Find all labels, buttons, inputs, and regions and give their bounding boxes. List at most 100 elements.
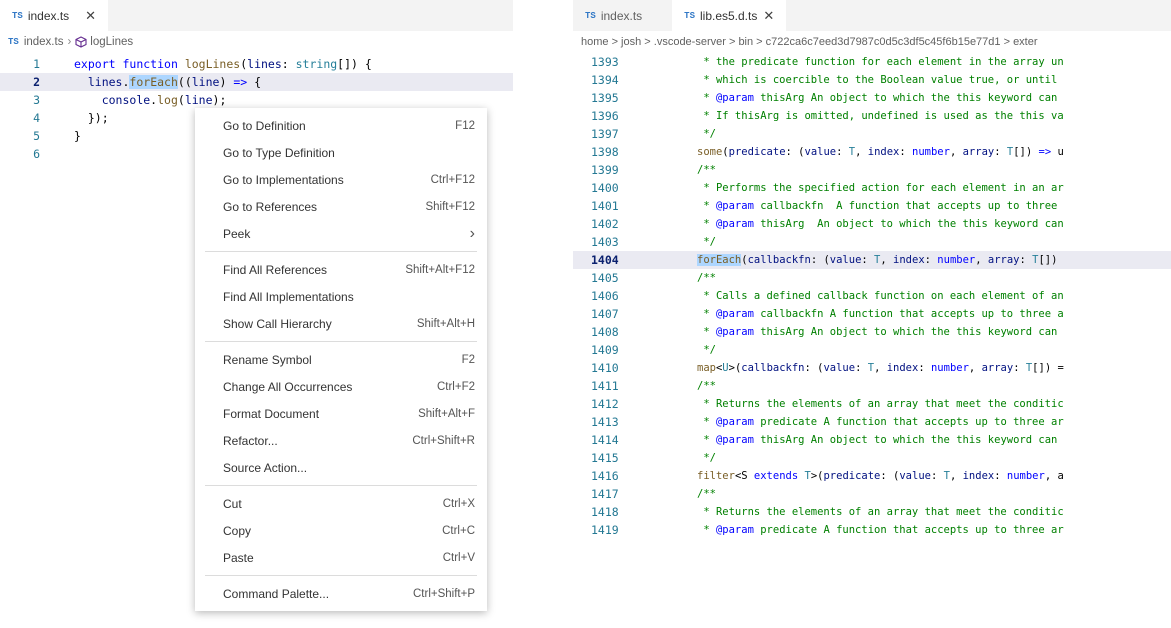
code-line[interactable]: 1412 * Returns the elements of an array … <box>573 395 1171 413</box>
code-line[interactable]: 1400 * Performs the specified action for… <box>573 179 1171 197</box>
code-text: * @param thisArg An object to which the … <box>697 92 1058 104</box>
menu-item-label: Change All Occurrences <box>223 379 353 394</box>
menu-separator <box>205 575 477 576</box>
line-number: 1396 <box>591 109 619 123</box>
code-line[interactable]: 1407 * @param callbackfn A function that… <box>573 305 1171 323</box>
code-line[interactable]: 3 console.log(line); <box>0 91 513 109</box>
code-line[interactable]: 1418 * Returns the elements of an array … <box>573 503 1171 521</box>
menu-item[interactable]: Find All Implementations <box>195 283 487 310</box>
menu-item[interactable]: Go to References Shift+F12 <box>195 193 487 220</box>
close-icon[interactable]: ✕ <box>85 8 96 24</box>
code-line[interactable]: 1408 * @param thisArg An object to which… <box>573 323 1171 341</box>
menu-item[interactable]: Go to Type Definition <box>195 139 487 166</box>
close-icon[interactable]: ✕ <box>763 8 774 24</box>
menu-item-label: Refactor... <box>223 433 278 448</box>
breadcrumb-file[interactable]: index.ts <box>24 36 64 48</box>
code-line[interactable]: 2 lines.forEach((line) => { <box>0 73 513 91</box>
code-text: * @param predicate A function that accep… <box>697 416 1064 428</box>
code-text: /** <box>697 272 716 284</box>
code-text: * which is coercible to the Boolean valu… <box>697 74 1058 86</box>
code-line[interactable]: 1405 /** <box>573 269 1171 287</box>
code-line[interactable]: 1395 * @param thisArg An object to which… <box>573 89 1171 107</box>
code-line[interactable]: 1399 /** <box>573 161 1171 179</box>
code-line[interactable]: 1396 * If thisArg is omitted, undefined … <box>573 107 1171 125</box>
code-text: /** <box>697 164 716 176</box>
code-line[interactable]: 1401 * @param callbackfn A function that… <box>573 197 1171 215</box>
code-text: * Performs the specified action for each… <box>697 182 1064 194</box>
menu-item-label: Command Palette... <box>223 586 330 601</box>
menu-item[interactable]: Cut Ctrl+X <box>195 490 487 517</box>
line-number: 1399 <box>591 163 619 177</box>
code-text: */ <box>697 344 716 356</box>
line-number: 1394 <box>591 73 619 87</box>
line-number: 1404 <box>591 253 619 267</box>
menu-item[interactable]: Command Palette... Ctrl+Shift+P <box>195 580 487 607</box>
code-text: }); <box>74 111 109 125</box>
code-text: * Calls a defined callback function on e… <box>697 290 1064 302</box>
tab-index-ts[interactable]: TS index.ts ✕ <box>0 0 109 31</box>
menu-item-label: Go to Type Definition <box>223 145 335 160</box>
code-editor[interactable]: 1393 * the predicate function for each e… <box>573 53 1171 539</box>
line-number: 1416 <box>591 469 619 483</box>
code-line[interactable]: 1398 some(predicate: (value: T, index: nu… <box>573 143 1171 161</box>
menu-item[interactable]: Go to Implementations Ctrl+F12 <box>195 166 487 193</box>
code-line[interactable]: 1394 * which is coercible to the Boolean… <box>573 71 1171 89</box>
menu-item-label: Format Document <box>223 406 320 421</box>
code-line[interactable]: 1409 */ <box>573 341 1171 359</box>
code-line[interactable]: 1402 * @param thisArg An object to which… <box>573 215 1171 233</box>
menu-item[interactable]: Find All References Shift+Alt+F12 <box>195 256 487 283</box>
code-line[interactable]: 1413 * @param predicate A function that … <box>573 413 1171 431</box>
code-line[interactable]: 1406 * Calls a defined callback function… <box>573 287 1171 305</box>
menu-item[interactable]: Paste Ctrl+V <box>195 544 487 571</box>
tab-label: index.ts <box>600 8 643 23</box>
menu-item-label: Go to References <box>223 199 318 214</box>
menu-item[interactable]: Refactor... Ctrl+Shift+R <box>195 427 487 454</box>
line-number: 1418 <box>591 505 619 519</box>
breadcrumb: TS index.ts › logLines <box>0 31 513 53</box>
line-number: 1414 <box>591 433 619 447</box>
line-number: 1397 <box>591 127 619 141</box>
code-line[interactable]: 1415 */ <box>573 449 1171 467</box>
right-editor-group: TS index.ts TS lib.es5.d.ts ✕ home > jos… <box>573 0 1171 628</box>
code-text: */ <box>697 452 716 464</box>
code-line[interactable]: 1 export function logLines(lines: string… <box>0 55 513 73</box>
code-line[interactable]: 1410 map<U>(callbackfn: (value: T, index:… <box>573 359 1171 377</box>
breadcrumb-symbol[interactable]: logLines <box>90 36 133 48</box>
menu-item-shortcut: Shift+Alt+F12 <box>405 263 475 276</box>
menu-item[interactable]: Source Action... <box>195 454 487 481</box>
code-line[interactable]: 1404 forEach(callbackfn: (value: T, index… <box>573 251 1171 269</box>
code-line[interactable]: 1397 */ <box>573 125 1171 143</box>
code-line[interactable]: 1416 filter<S extends T>(predicate: (valu… <box>573 467 1171 485</box>
code-line[interactable]: 1393 * the predicate function for each e… <box>573 53 1171 71</box>
typescript-icon: TS <box>585 10 596 21</box>
line-number: 1400 <box>591 181 619 195</box>
menu-item[interactable]: Copy Ctrl+C <box>195 517 487 544</box>
menu-separator <box>205 251 477 252</box>
code-line[interactable]: 1417 /** <box>573 485 1171 503</box>
chevron-right-icon: › <box>67 36 72 48</box>
menu-item[interactable]: Change All Occurrences Ctrl+F2 <box>195 373 487 400</box>
code-text: * @param thisArg An object to which the … <box>697 434 1058 446</box>
code-line[interactable]: 1419 * @param predicate A function that … <box>573 521 1171 539</box>
menu-item-label: Show Call Hierarchy <box>223 316 332 331</box>
line-number: 1413 <box>591 415 619 429</box>
line-number: 1402 <box>591 217 619 231</box>
code-line[interactable]: 1411 /** <box>573 377 1171 395</box>
menu-item[interactable]: Show Call Hierarchy Shift+Alt+H <box>195 310 487 337</box>
menu-separator <box>205 341 477 342</box>
code-text: */ <box>697 236 716 248</box>
menu-item[interactable]: Rename Symbol F2 <box>195 346 487 373</box>
menu-item-shortcut: Ctrl+C <box>442 524 475 537</box>
code-line[interactable]: 1414 * @param thisArg An object to which… <box>573 431 1171 449</box>
line-number: 1407 <box>591 307 619 321</box>
menu-item[interactable]: Format Document Shift+Alt+F <box>195 400 487 427</box>
code-text: * @param callbackfn A function that acce… <box>697 308 1064 320</box>
code-line[interactable]: 1403 */ <box>573 233 1171 251</box>
breadcrumb[interactable]: home > josh > .vscode-server > bin > c72… <box>573 31 1171 53</box>
tab-index-ts[interactable]: TS index.ts <box>573 0 654 31</box>
right-tab-bar: TS index.ts TS lib.es5.d.ts ✕ <box>573 0 1171 31</box>
menu-item-label: Paste <box>223 550 254 565</box>
tab-lib-es5[interactable]: TS lib.es5.d.ts ✕ <box>672 0 787 31</box>
menu-item[interactable]: Peek › <box>195 220 487 247</box>
menu-item[interactable]: Go to Definition F12 <box>195 112 487 139</box>
